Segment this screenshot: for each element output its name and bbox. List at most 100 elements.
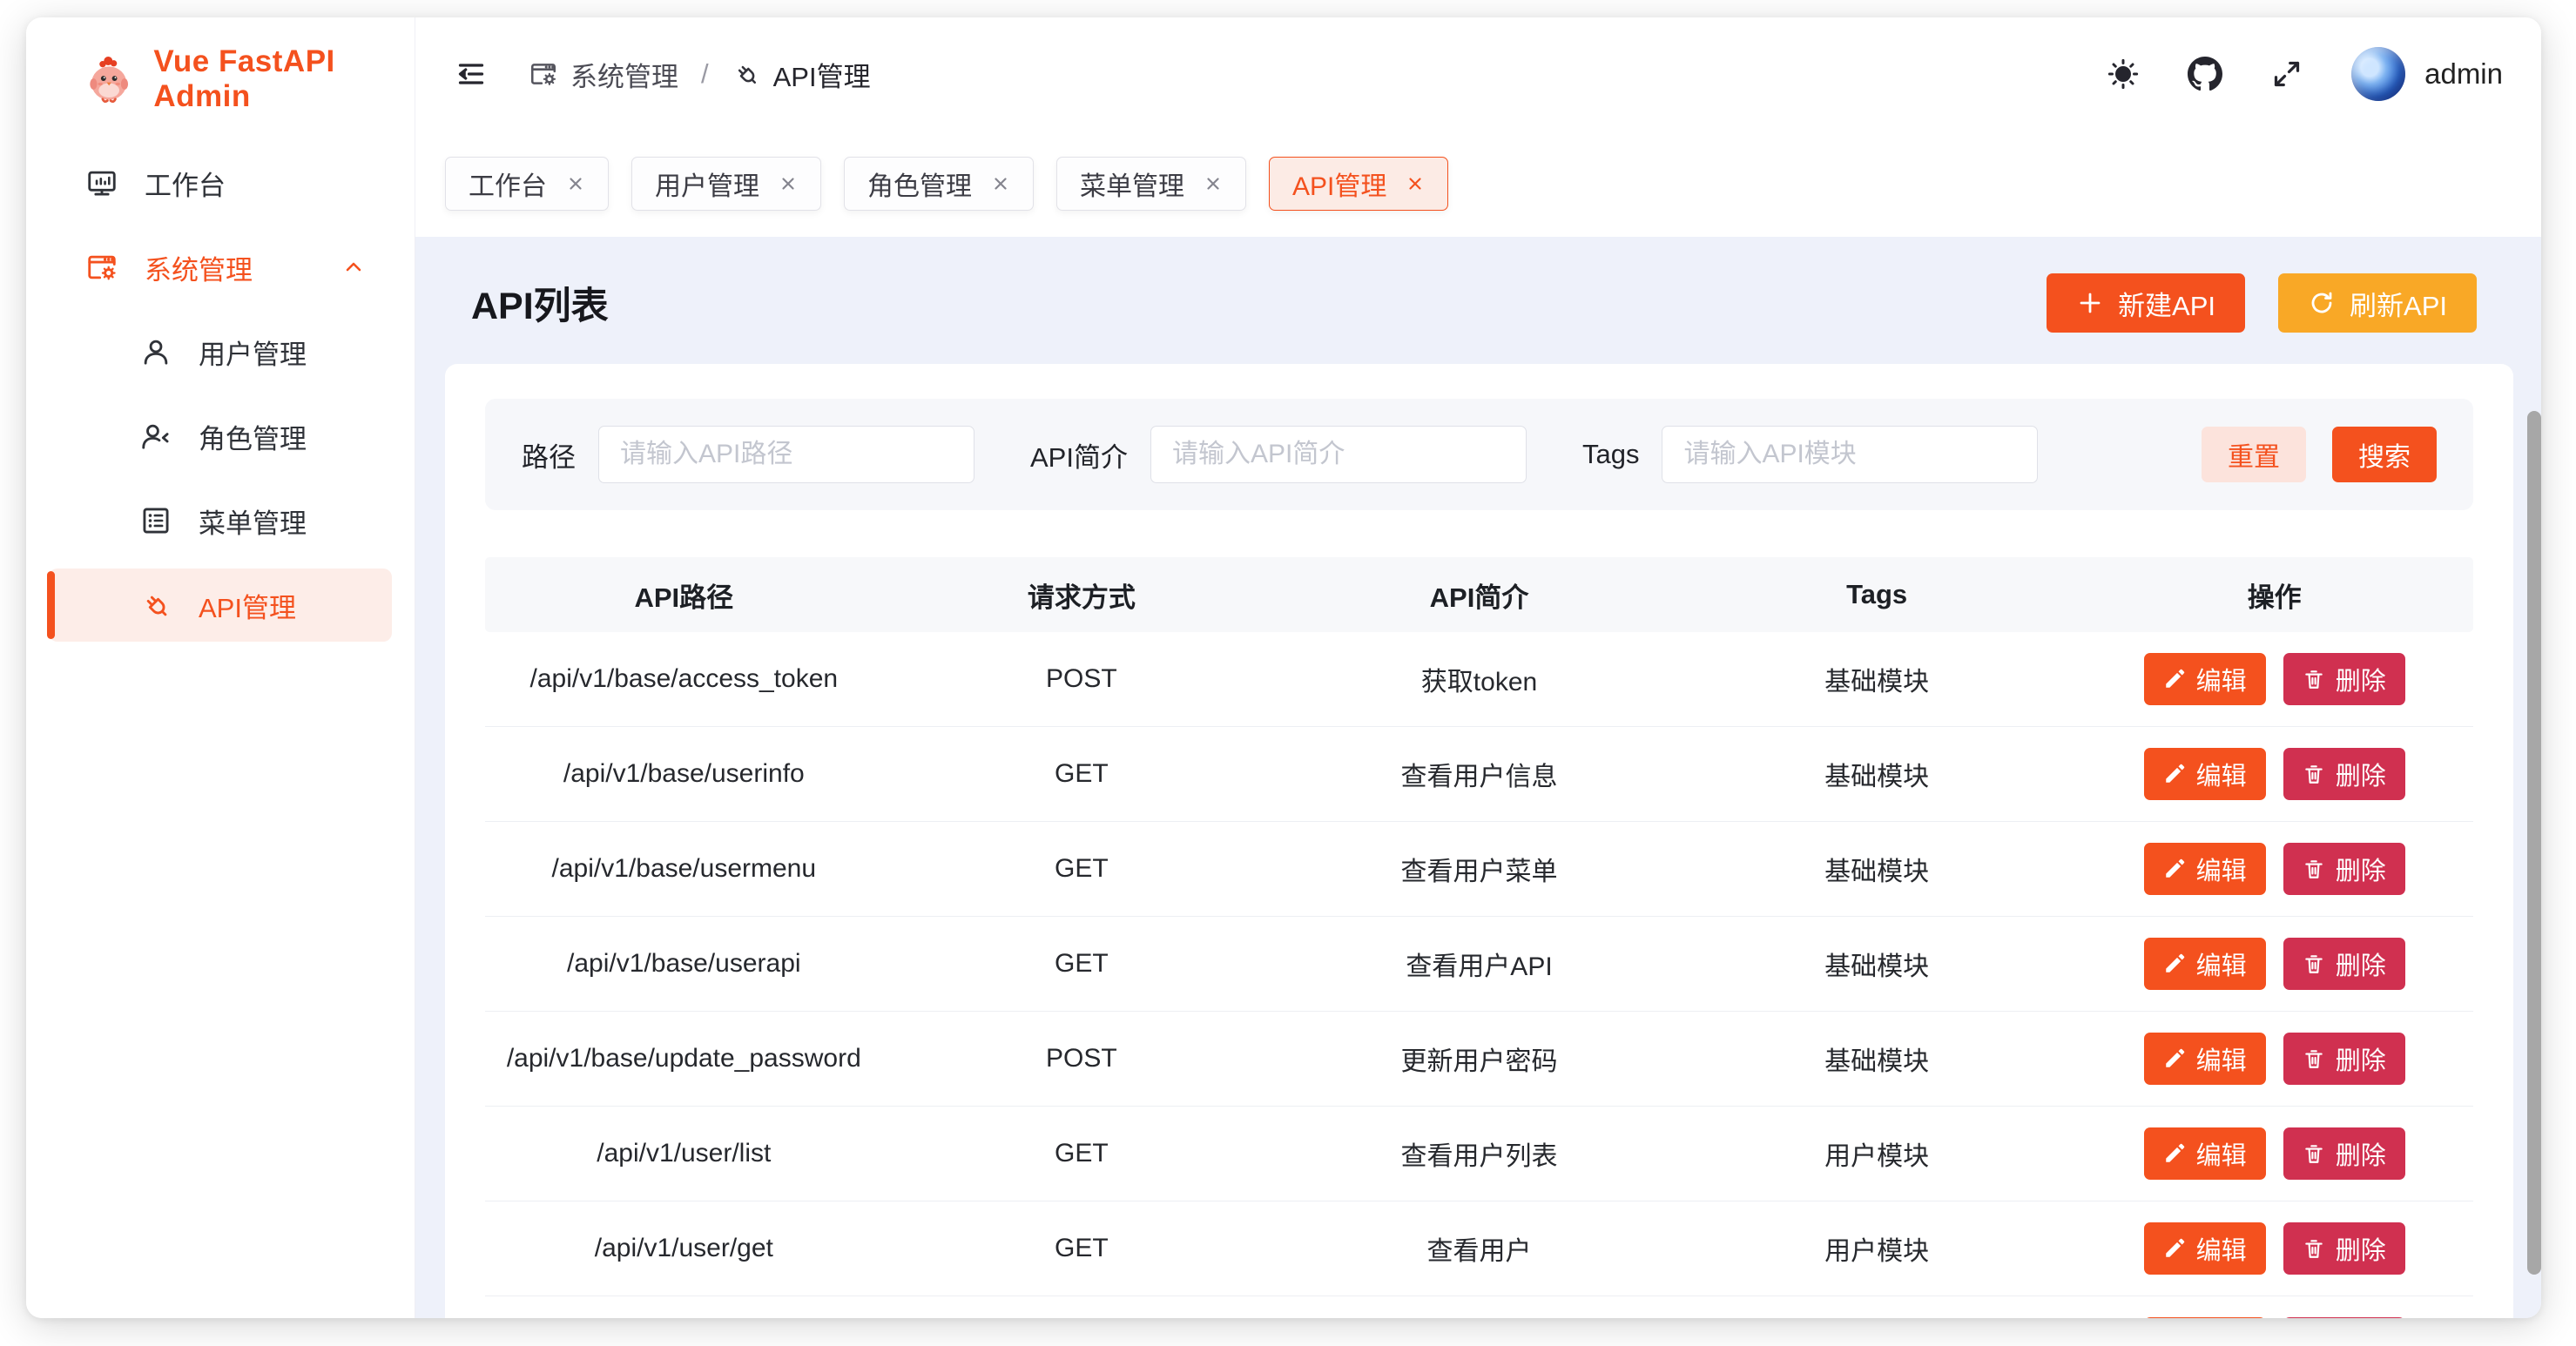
cell-summary: 获取token — [1280, 660, 1678, 698]
tab-api[interactable]: API管理 — [1269, 157, 1448, 211]
refresh-api-button[interactable]: 刷新API — [2278, 273, 2477, 333]
close-icon[interactable] — [1204, 174, 1223, 193]
cell-actions: 编辑 删除 — [2075, 1127, 2473, 1180]
top-header: 系统管理 / API管理 — [415, 17, 2541, 131]
create-api-button[interactable]: 新建API — [2047, 273, 2245, 333]
delete-button[interactable]: 删除 — [2283, 653, 2405, 705]
close-icon[interactable] — [991, 174, 1010, 193]
tabs-bar: 工作台 用户管理 角色管理 菜单管理 API管理 — [415, 131, 2541, 237]
edit-label: 编辑 — [2196, 851, 2247, 887]
fullscreen-icon[interactable] — [2269, 57, 2304, 91]
sidebar-item-system[interactable]: 系统管理 — [49, 231, 392, 304]
refresh-icon — [2308, 289, 2336, 317]
column-header-method: 请求方式 — [883, 575, 1281, 615]
pencil-icon — [2163, 1237, 2186, 1260]
delete-button[interactable]: 删除 — [2283, 1127, 2405, 1180]
delete-button[interactable]: 删除 — [2283, 1222, 2405, 1275]
delete-label: 删除 — [2336, 1040, 2386, 1077]
main-area: 系统管理 / API管理 — [415, 17, 2541, 1318]
collapse-sidebar-icon[interactable] — [454, 57, 489, 91]
cell-method: GET — [883, 759, 1281, 789]
cell-actions: 编辑 删除 — [2075, 1317, 2473, 1318]
tab-roles[interactable]: 角色管理 — [844, 157, 1034, 211]
reset-button[interactable]: 重置 — [2202, 427, 2306, 482]
delete-button[interactable]: 删除 — [2283, 1033, 2405, 1085]
sidebar-menu: 工作台 系统管理 用户管 — [26, 141, 415, 653]
edit-label: 编辑 — [2196, 1135, 2247, 1172]
page-title: API列表 — [471, 276, 609, 330]
refresh-api-label: 刷新API — [2350, 284, 2447, 323]
table-row: /api/v1/base/userinfo GET 查看用户信息 基础模块 编辑 — [485, 727, 2473, 822]
tags-filter-input[interactable] — [1662, 426, 2038, 483]
user-avatar[interactable] — [2351, 47, 2405, 101]
column-header-path: API路径 — [485, 575, 883, 615]
tab-menus[interactable]: 菜单管理 — [1056, 157, 1246, 211]
username-label[interactable]: admin — [2424, 57, 2503, 91]
close-icon[interactable] — [566, 174, 585, 193]
cell-actions: 编辑 删除 — [2075, 748, 2473, 800]
cell-tags: 用户模块 — [1678, 1134, 2076, 1173]
sidebar-item-label: 角色管理 — [199, 417, 307, 456]
delete-button[interactable]: 删除 — [2283, 843, 2405, 895]
sidebar-item-label: 工作台 — [145, 164, 226, 203]
delete-button[interactable]: 删除 — [2283, 1317, 2405, 1318]
delete-button[interactable]: 删除 — [2283, 748, 2405, 800]
breadcrumb-item-system[interactable]: 系统管理 — [529, 55, 678, 94]
edit-button[interactable]: 编辑 — [2144, 653, 2266, 705]
table-body: /api/v1/base/access_token POST 获取token 基… — [485, 632, 2473, 1318]
sidebar-item-menus[interactable]: 菜单管理 — [49, 484, 392, 557]
pencil-icon — [2163, 668, 2186, 690]
cell-actions: 编辑 删除 — [2075, 1033, 2473, 1085]
cell-api-path: /api/v1/base/usermenu — [485, 854, 883, 884]
delete-button[interactable]: 删除 — [2283, 938, 2405, 990]
cell-summary: 查看用户信息 — [1280, 755, 1678, 793]
tab-users[interactable]: 用户管理 — [631, 157, 821, 211]
path-filter-input[interactable] — [598, 426, 974, 483]
sidebar-item-label: 系统管理 — [145, 248, 253, 287]
app-logo[interactable]: Vue FastAPI Admin — [26, 17, 415, 141]
tab-label: API管理 — [1292, 165, 1386, 203]
breadcrumb-label: 系统管理 — [570, 55, 678, 94]
theme-sun-icon[interactable] — [2106, 57, 2141, 91]
monitor-icon — [85, 166, 118, 199]
page-actions: 新建API 刷新API — [2047, 273, 2477, 333]
edit-button[interactable]: 编辑 — [2144, 1317, 2266, 1318]
close-icon[interactable] — [779, 174, 798, 193]
edit-label: 编辑 — [2196, 1040, 2247, 1077]
edit-button[interactable]: 编辑 — [2144, 748, 2266, 800]
column-header-actions: 操作 — [2075, 575, 2473, 615]
edit-button[interactable]: 编辑 — [2144, 938, 2266, 990]
summary-filter-input[interactable] — [1150, 426, 1527, 483]
edit-label: 编辑 — [2196, 946, 2247, 982]
cell-api-path: /api/v1/base/access_token — [485, 664, 883, 694]
table-row: /api/v1/user/list GET 查看用户列表 用户模块 编辑 — [485, 1107, 2473, 1201]
edit-button[interactable]: 编辑 — [2144, 1222, 2266, 1275]
api-table: API路径 请求方式 API简介 Tags 操作 /api/v1/base/ac… — [485, 557, 2473, 1318]
cell-tags: 基础模块 — [1678, 945, 2076, 983]
app-title: Vue FastAPI Admin — [153, 44, 415, 114]
breadcrumb-item-api[interactable]: API管理 — [732, 55, 871, 94]
breadcrumb-label: API管理 — [773, 55, 871, 94]
breadcrumb: 系统管理 / API管理 — [529, 55, 871, 94]
trash-icon — [2303, 763, 2325, 785]
edit-button[interactable]: 编辑 — [2144, 843, 2266, 895]
close-icon[interactable] — [1406, 174, 1425, 193]
tab-workbench[interactable]: 工作台 — [445, 157, 609, 211]
sidebar-item-users[interactable]: 用户管理 — [49, 315, 392, 388]
sidebar-item-roles[interactable]: 角色管理 — [49, 400, 392, 473]
pencil-icon — [2163, 1142, 2186, 1165]
vertical-scrollbar-thumb[interactable] — [2527, 411, 2541, 1275]
tab-label: 用户管理 — [655, 165, 759, 203]
sidebar-item-workbench[interactable]: 工作台 — [49, 146, 392, 219]
chevron-up-icon — [340, 253, 368, 281]
sidebar-item-api[interactable]: API管理 — [49, 569, 392, 642]
edit-button[interactable]: 编辑 — [2144, 1127, 2266, 1180]
table-row: /api/v1/user/get GET 查看用户 用户模块 编辑 — [485, 1201, 2473, 1296]
delete-label: 删除 — [2336, 1135, 2386, 1172]
github-icon[interactable] — [2188, 57, 2222, 91]
edit-button[interactable]: 编辑 — [2144, 1033, 2266, 1085]
search-button[interactable]: 搜索 — [2332, 427, 2437, 482]
tab-label: 工作台 — [469, 165, 547, 203]
trash-icon — [2303, 1047, 2325, 1070]
pencil-icon — [2163, 858, 2186, 880]
